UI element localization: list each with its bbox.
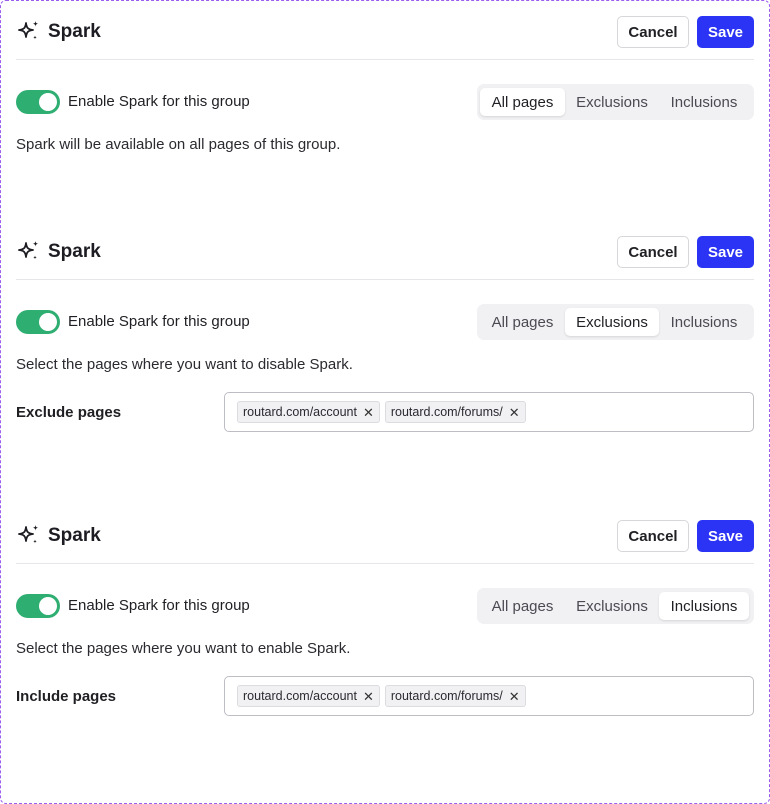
tag-label: routard.com/forums/ <box>390 405 503 419</box>
close-icon[interactable]: ✕ <box>363 406 374 419</box>
toggle-label: Enable Spark for this group <box>68 313 250 330</box>
scope-description: Spark will be available on all pages of … <box>16 136 341 153</box>
tag-label: routard.com/account <box>243 405 357 419</box>
enable-spark-toggle[interactable] <box>16 594 60 618</box>
sparkle-icon <box>18 21 39 40</box>
toggle-knob <box>39 93 57 111</box>
cancel-button[interactable]: Cancel <box>617 520 689 552</box>
tab-inclusions[interactable]: Inclusions <box>659 88 749 116</box>
save-button[interactable]: Save <box>697 16 754 48</box>
toggle-label: Enable Spark for this group <box>68 93 250 110</box>
spark-panel-all-pages: Spark Cancel Save Enable Spark for this … <box>16 16 754 156</box>
panel-header: Spark Cancel Save <box>16 520 754 564</box>
include-pages-row: Include pages routard.com/account ✕ rout… <box>16 676 754 716</box>
save-button[interactable]: Save <box>697 520 754 552</box>
tab-inclusions[interactable]: Inclusions <box>659 592 749 620</box>
panel-title: Spark <box>48 21 101 42</box>
panel-title: Spark <box>48 525 101 546</box>
page-scope-segmented-control: All pages Exclusions Inclusions <box>477 84 754 120</box>
page-tag: routard.com/forums/ ✕ <box>384 401 526 423</box>
cancel-button[interactable]: Cancel <box>617 16 689 48</box>
toggle-label: Enable Spark for this group <box>68 597 250 614</box>
tab-inclusions[interactable]: Inclusions <box>659 308 749 336</box>
tab-all-pages[interactable]: All pages <box>480 308 565 336</box>
toggle-knob <box>39 313 57 331</box>
sparkle-icon <box>18 241 39 260</box>
enable-spark-toggle[interactable] <box>16 310 60 334</box>
sparkle-icon <box>18 525 39 544</box>
tag-label: routard.com/forums/ <box>390 689 503 703</box>
settings-row: Enable Spark for this group All pages Ex… <box>16 304 754 340</box>
close-icon[interactable]: ✕ <box>509 690 520 703</box>
title-group: Spark <box>16 18 101 46</box>
settings-row: Enable Spark for this group All pages Ex… <box>16 588 754 624</box>
tab-exclusions[interactable]: Exclusions <box>565 88 659 116</box>
page-scope-segmented-control: All pages Exclusions Inclusions <box>477 588 754 624</box>
close-icon[interactable]: ✕ <box>509 406 520 419</box>
exclude-pages-label: Exclude pages <box>16 404 122 421</box>
include-pages-label: Include pages <box>16 688 117 705</box>
tab-exclusions[interactable]: Exclusions <box>565 592 659 620</box>
panel-title: Spark <box>48 241 101 262</box>
page-tag: routard.com/account ✕ <box>237 401 380 423</box>
page-scope-segmented-control: All pages Exclusions Inclusions <box>477 304 754 340</box>
page-tag: routard.com/forums/ ✕ <box>384 685 526 707</box>
close-icon[interactable]: ✕ <box>363 690 374 703</box>
scope-description: Select the pages where you want to enabl… <box>16 640 351 657</box>
include-pages-input[interactable]: routard.com/account ✕ routard.com/forums… <box>224 676 754 716</box>
title-group: Spark <box>16 238 101 266</box>
spark-panel-inclusions: Spark Cancel Save Enable Spark for this … <box>16 520 754 716</box>
enable-spark-toggle[interactable] <box>16 90 60 114</box>
title-group: Spark <box>16 522 101 550</box>
page-tag: routard.com/account ✕ <box>237 685 380 707</box>
toggle-knob <box>39 597 57 615</box>
panel-header: Spark Cancel Save <box>16 16 754 60</box>
tag-label: routard.com/account <box>243 689 357 703</box>
exclude-pages-row: Exclude pages routard.com/account ✕ rout… <box>16 392 754 432</box>
scope-description: Select the pages where you want to disab… <box>16 356 353 373</box>
spark-panel-exclusions: Spark Cancel Save Enable Spark for this … <box>16 236 754 432</box>
exclude-pages-input[interactable]: routard.com/account ✕ routard.com/forums… <box>224 392 754 432</box>
tab-exclusions[interactable]: Exclusions <box>565 308 659 336</box>
tab-all-pages[interactable]: All pages <box>480 592 565 620</box>
save-button[interactable]: Save <box>697 236 754 268</box>
settings-row: Enable Spark for this group All pages Ex… <box>16 84 754 120</box>
panel-header: Spark Cancel Save <box>16 236 754 280</box>
tab-all-pages[interactable]: All pages <box>480 88 565 116</box>
cancel-button[interactable]: Cancel <box>617 236 689 268</box>
